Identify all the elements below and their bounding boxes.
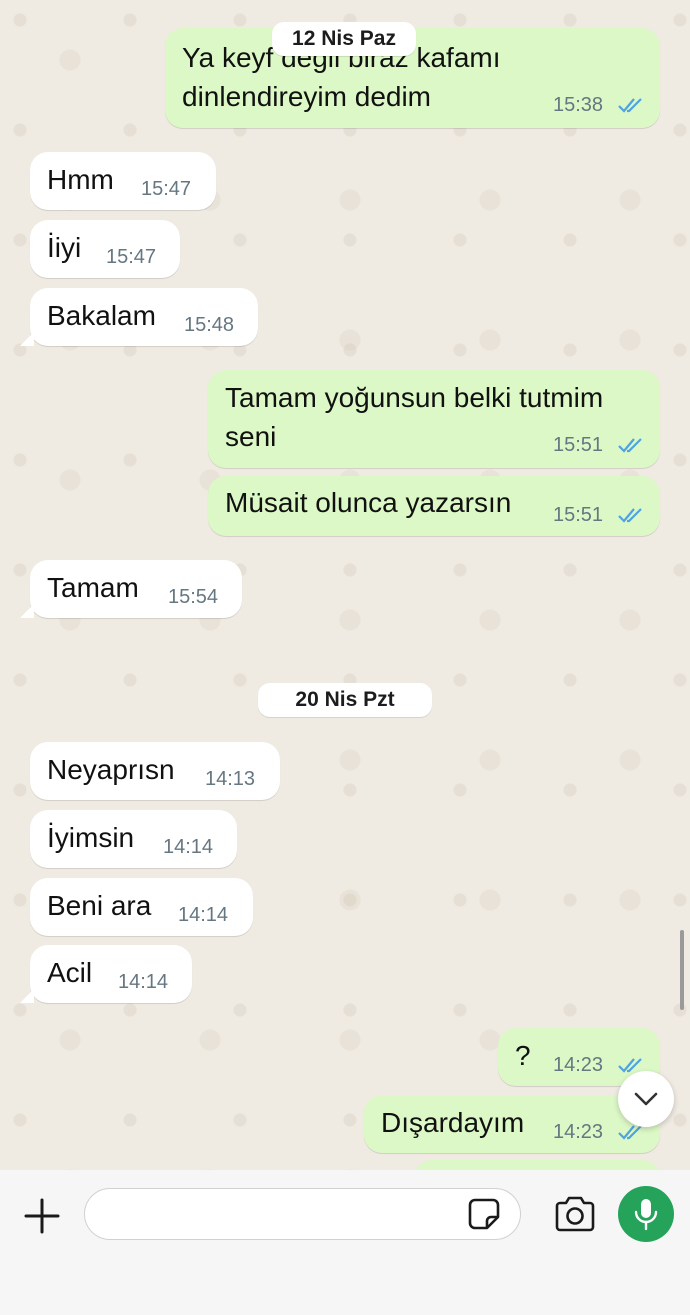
bubble-tail bbox=[20, 989, 34, 1003]
bubble-tail bbox=[20, 332, 34, 346]
scroll-to-bottom-button[interactable] bbox=[618, 1071, 674, 1127]
camera-icon bbox=[555, 1196, 595, 1232]
outgoing-message[interactable]: Tamam yoğunsun belki tutmim seni 15:51 bbox=[208, 370, 660, 468]
message-time: 15:54 bbox=[168, 586, 219, 608]
bubble-tail bbox=[20, 604, 34, 618]
message-text: Beni ara bbox=[47, 890, 152, 921]
message-time: 14:14 bbox=[178, 904, 229, 926]
incoming-message[interactable]: Neyaprısn 14:13 bbox=[30, 742, 280, 800]
incoming-message[interactable]: İyimsin 14:14 bbox=[30, 810, 237, 868]
message-text: Neyaprısn bbox=[47, 754, 175, 785]
message-text: İyimsin bbox=[47, 822, 135, 853]
incoming-message[interactable]: Acil 14:14 bbox=[30, 945, 192, 1003]
message-text: İiyi bbox=[47, 232, 82, 263]
compose-bar bbox=[0, 1170, 690, 1315]
incoming-message[interactable]: Hmm 15:47 bbox=[30, 152, 216, 210]
incoming-message[interactable]: Beni ara 14:14 bbox=[30, 878, 253, 936]
chat-area[interactable]: Ya keyf değil biraz kafamı dinlendireyim… bbox=[0, 0, 690, 1170]
message-text: Acil bbox=[47, 957, 93, 988]
message-input[interactable] bbox=[84, 1188, 521, 1240]
outgoing-message-partial[interactable] bbox=[414, 1160, 660, 1170]
double-check-icon bbox=[618, 508, 642, 523]
attach-button[interactable] bbox=[20, 1194, 64, 1238]
message-text: Dışardayım bbox=[381, 1107, 525, 1138]
plus-icon bbox=[24, 1198, 60, 1234]
scrollbar[interactable] bbox=[680, 930, 684, 1010]
message-time: 15:47 bbox=[141, 178, 192, 200]
message-time: 15:47 bbox=[106, 246, 157, 268]
camera-button[interactable] bbox=[552, 1194, 598, 1234]
incoming-message[interactable]: Tamam 15:54 bbox=[30, 560, 242, 618]
voice-message-button[interactable] bbox=[618, 1186, 674, 1242]
incoming-message[interactable]: İiyi 15:47 bbox=[30, 220, 180, 278]
double-check-icon bbox=[618, 98, 642, 113]
message-text: ? bbox=[515, 1040, 531, 1071]
date-separator: 12 Nis Paz bbox=[272, 22, 416, 56]
message-time: 14:23 bbox=[553, 1054, 604, 1076]
message-text: Müsait olunca yazarsın bbox=[225, 487, 512, 518]
outgoing-message[interactable]: Dışardayım 14:23 bbox=[364, 1095, 660, 1153]
microphone-icon bbox=[634, 1199, 658, 1231]
incoming-message[interactable]: Bakalam 15:48 bbox=[30, 288, 258, 346]
message-text: Bakalam bbox=[47, 300, 156, 331]
message-time: 15:51 bbox=[553, 434, 604, 456]
outgoing-message[interactable]: Müsait olunca yazarsın 15:51 bbox=[208, 476, 660, 536]
sticker-button[interactable] bbox=[466, 1196, 502, 1232]
sticker-icon bbox=[468, 1198, 500, 1230]
message-time: 14:14 bbox=[163, 836, 214, 858]
message-text: Tamam bbox=[47, 572, 139, 603]
chevron-down-icon bbox=[634, 1092, 658, 1106]
date-separator: 20 Nis Pzt bbox=[258, 683, 432, 717]
message-time: 14:14 bbox=[118, 971, 169, 993]
message-time: 14:23 bbox=[553, 1121, 604, 1143]
message-time: 15:38 bbox=[553, 94, 604, 116]
double-check-icon bbox=[618, 438, 642, 453]
message-time: 15:48 bbox=[184, 314, 235, 336]
message-time: 15:51 bbox=[553, 504, 604, 526]
message-time: 14:13 bbox=[205, 768, 256, 790]
message-text: Hmm bbox=[47, 164, 114, 195]
